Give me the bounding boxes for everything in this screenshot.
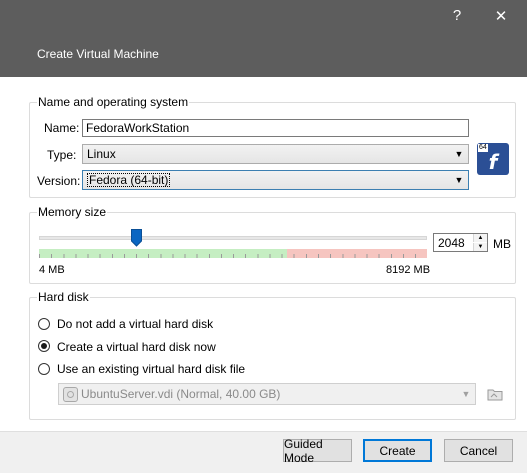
radio-existing-disk[interactable] [38,363,50,375]
chevron-down-icon: ▼ [454,149,464,159]
memory-min-label: 4 MB [39,264,65,276]
version-select[interactable]: Fedora (64-bit) ▼ [82,170,469,190]
dialog-title: Create Virtual Machine [37,47,159,61]
name-label: Name: [44,121,80,135]
cancel-button[interactable]: Cancel [444,439,513,462]
close-button[interactable]: ✕ [481,0,521,31]
existing-disk-select: UbuntuServer.vdi (Normal, 40.00 GB) ▼ [58,383,476,405]
type-label: Type: [47,148,77,162]
hard-disk-icon [63,387,78,402]
dialog-header: Create Virtual Machine [0,31,527,78]
radio-no-disk-label[interactable]: Do not add a virtual hard disk [57,317,213,331]
type-select-value: Linux [87,147,116,161]
existing-disk-value: UbuntuServer.vdi (Normal, 40.00 GB) [81,387,281,401]
memory-unit: MB [493,237,511,251]
create-button[interactable]: Create [363,439,432,462]
radio-existing-disk-label[interactable]: Use an existing virtual hard disk file [57,362,245,376]
memory-group-title: Memory size [37,205,108,219]
name-os-group-title: Name and operating system [37,95,190,109]
chevron-down-icon: ▼ [454,175,464,185]
memory-slider-track[interactable] [39,236,427,240]
guided-mode-button[interactable]: Guided Mode [283,437,352,465]
hard-disk-group-title: Hard disk [37,290,90,304]
memory-max-label: 8192 MB [386,264,431,276]
radio-create-disk-label[interactable]: Create a virtual hard disk now [57,340,216,354]
memory-spinbox[interactable]: 2048 ▲ ▼ [433,233,488,252]
folder-icon [487,389,503,401]
fedora-logo-icon: f [488,150,498,174]
version-select-value: Fedora (64-bit) [87,173,171,187]
help-button[interactable]: ? [437,0,477,31]
spin-down-icon[interactable]: ▼ [473,243,487,251]
fedora-os-icon: 64 f [477,143,509,175]
name-field[interactable]: FedoraWorkStation [82,119,469,137]
radio-create-disk[interactable] [38,340,50,352]
chevron-down-icon: ▼ [461,389,471,399]
title-bar: ? ✕ [0,0,527,31]
version-label: Version: [37,174,81,188]
spin-up-icon[interactable]: ▲ [473,234,487,242]
memory-slider-thumb[interactable] [131,229,142,247]
slider-tick-marks [39,249,427,258]
radio-no-disk[interactable] [38,318,50,330]
type-select[interactable]: Linux ▼ [82,144,469,164]
memory-value: 2048 [438,236,465,250]
